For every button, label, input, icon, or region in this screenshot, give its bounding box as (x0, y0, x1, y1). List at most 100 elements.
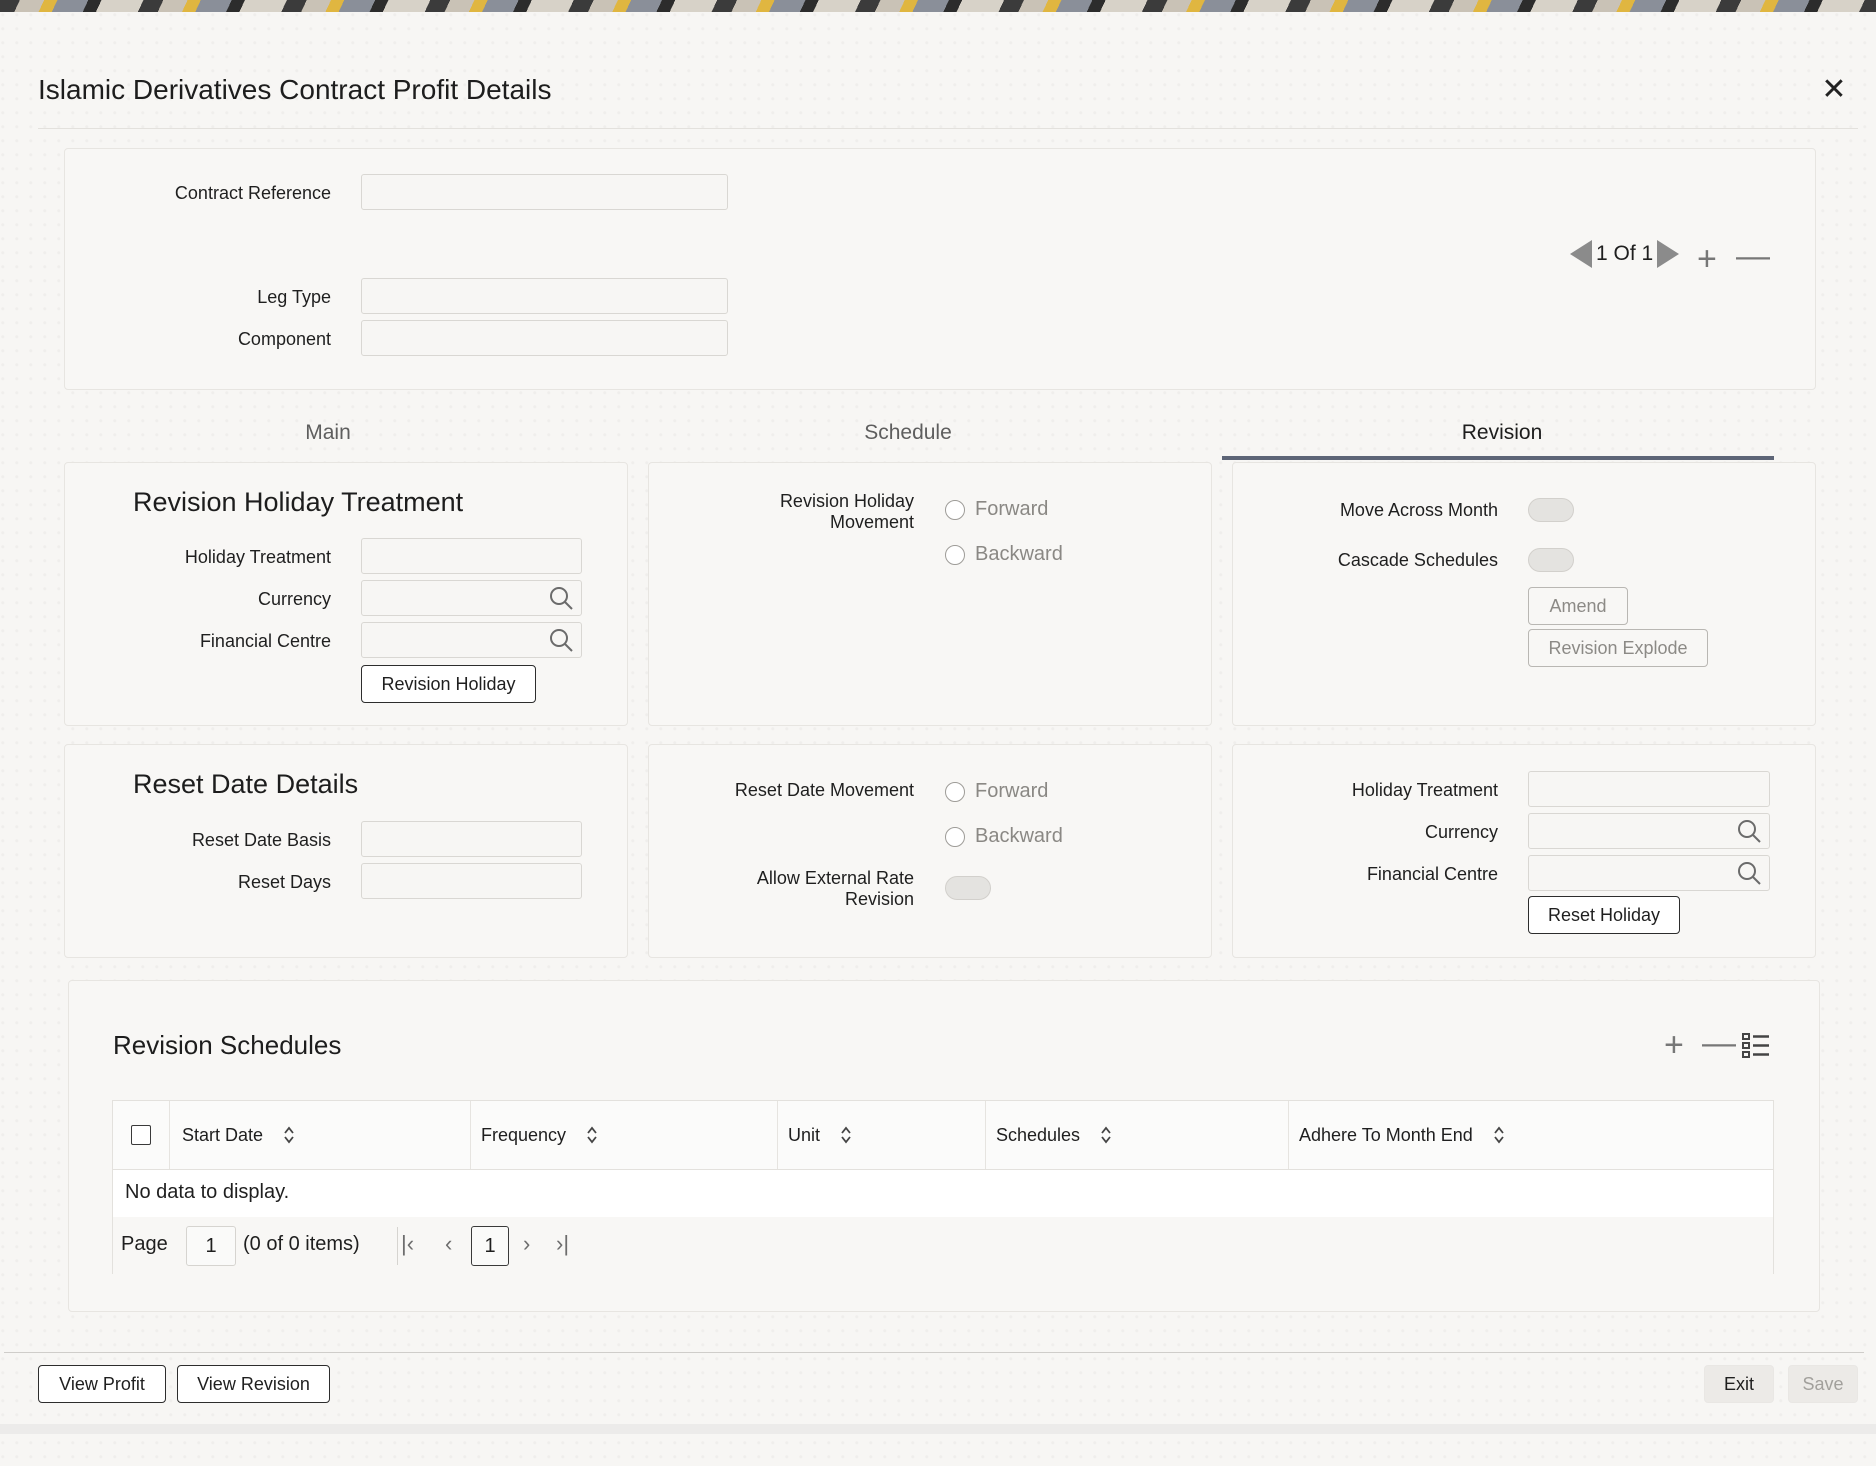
exit-button[interactable]: Exit (1704, 1365, 1774, 1403)
reset-backward-radio[interactable] (945, 827, 965, 847)
reset-currency-input[interactable] (1528, 813, 1770, 849)
sort-icon[interactable] (586, 1125, 598, 1145)
reset-currency-label: Currency (1424, 822, 1498, 842)
revision-backward-radio[interactable] (945, 545, 965, 565)
column-unit-label: Unit (788, 1124, 821, 1145)
reset-date-basis-input[interactable] (361, 821, 582, 857)
reset-holiday-button[interactable]: Reset Holiday (1528, 896, 1680, 934)
currency-label: Currency (257, 589, 331, 609)
sort-icon[interactable] (1100, 1125, 1112, 1145)
reset-backward-label: Backward (975, 825, 1063, 847)
tab-schedule[interactable]: Schedule (848, 421, 968, 445)
contract-reference-label: Contract Reference (174, 183, 331, 203)
move-across-month-toggle[interactable] (1528, 498, 1574, 522)
page-label: Page (121, 1233, 168, 1255)
column-adhere-to-month-end[interactable]: Adhere To Month End (1288, 1101, 1773, 1169)
column-frequency[interactable]: Frequency (470, 1101, 777, 1169)
next-page-icon[interactable]: › (523, 1231, 530, 1257)
last-page-icon[interactable]: ›| (556, 1231, 569, 1257)
revision-movement-card (648, 462, 1212, 726)
table-pagination: Page 1 (0 of 0 items) |‹ ‹ 1 › ›| (113, 1217, 1773, 1275)
add-record-icon[interactable]: + (1697, 242, 1717, 276)
holiday-treatment-input[interactable] (361, 538, 582, 574)
revision-holiday-heading: Revision Holiday Treatment (133, 487, 464, 517)
financial-centre-search-icon[interactable] (548, 627, 574, 653)
save-button[interactable]: Save (1788, 1365, 1858, 1403)
footer-divider (4, 1352, 1864, 1353)
revision-schedules-heading: Revision Schedules (113, 1030, 342, 1060)
reset-financial-centre-label: Financial Centre (1366, 864, 1498, 884)
bottom-bar (0, 1424, 1876, 1434)
page-number-input[interactable]: 1 (186, 1226, 236, 1266)
allow-external-rate-toggle[interactable] (945, 876, 991, 900)
previous-record-icon[interactable] (1570, 240, 1592, 268)
delete-row-icon[interactable]: — (1702, 1026, 1736, 1060)
record-pager-text: 1 Of 1 (1596, 242, 1654, 265)
financial-centre-label: Financial Centre (199, 631, 331, 651)
allow-external-rate-label: Allow External Rate Revision (756, 868, 914, 909)
tab-revision[interactable]: Revision (1442, 421, 1562, 445)
reset-forward-label: Forward (975, 780, 1049, 802)
column-frequency-label: Frequency (481, 1124, 567, 1145)
table-header: Start Date Frequency Unit Schedules Adhe… (113, 1101, 1773, 1170)
items-count: (0 of 0 items) (243, 1233, 360, 1255)
column-list-icon[interactable] (1742, 1032, 1770, 1058)
column-adhere-to-month-end-label: Adhere To Month End (1299, 1124, 1473, 1145)
view-profit-button[interactable]: View Profit (38, 1365, 166, 1403)
next-record-icon[interactable] (1657, 240, 1680, 268)
revision-backward-label: Backward (975, 543, 1063, 565)
reset-holiday-treatment-label: Holiday Treatment (1351, 780, 1498, 800)
revision-forward-radio[interactable] (945, 500, 965, 520)
add-row-icon[interactable]: + (1664, 1028, 1684, 1062)
previous-page-icon[interactable]: ‹ (445, 1231, 452, 1257)
component-label: Component (237, 329, 331, 349)
reset-date-heading: Reset Date Details (133, 769, 359, 799)
revision-forward-label: Forward (975, 498, 1049, 520)
column-schedules[interactable]: Schedules (985, 1101, 1288, 1169)
empty-table-message: No data to display. (125, 1181, 290, 1203)
leg-type-label: Leg Type (257, 287, 331, 307)
close-icon[interactable]: ✕ (1818, 74, 1850, 106)
reset-holiday-treatment-input[interactable] (1528, 771, 1770, 807)
pagination-divider (397, 1227, 398, 1265)
move-across-month-label: Move Across Month (1339, 500, 1498, 520)
holiday-treatment-label: Holiday Treatment (184, 547, 331, 567)
cascade-schedules-label: Cascade Schedules (1337, 550, 1498, 570)
title-divider (38, 128, 1858, 129)
reset-financial-centre-input[interactable] (1528, 855, 1770, 891)
revision-schedules-table: Start Date Frequency Unit Schedules Adhe… (112, 1100, 1774, 1275)
view-revision-button[interactable]: View Revision (177, 1365, 330, 1403)
column-schedules-label: Schedules (996, 1124, 1081, 1145)
reset-forward-radio[interactable] (945, 782, 965, 802)
record-pager: 1 Of 1 (1570, 240, 1680, 268)
contract-reference-input[interactable] (361, 174, 728, 210)
component-input[interactable] (361, 320, 728, 356)
remove-record-icon[interactable]: — (1736, 239, 1770, 273)
reset-days-input[interactable] (361, 863, 582, 899)
leg-type-input[interactable] (361, 278, 728, 314)
amend-button[interactable]: Amend (1528, 587, 1628, 625)
reset-movement-label: Reset Date Movement (734, 780, 914, 800)
column-start-date-label: Start Date (182, 1124, 264, 1145)
reset-date-basis-label: Reset Date Basis (191, 830, 331, 850)
sort-icon[interactable] (283, 1125, 295, 1145)
cascade-schedules-toggle[interactable] (1528, 548, 1574, 572)
current-page-button[interactable]: 1 (471, 1226, 509, 1266)
currency-search-icon[interactable] (548, 585, 574, 611)
reset-movement-card (648, 744, 1212, 958)
revision-holiday-button[interactable]: Revision Holiday (361, 665, 536, 703)
revision-explode-button[interactable]: Revision Explode (1528, 629, 1708, 667)
reset-financial-centre-search-icon[interactable] (1736, 860, 1762, 886)
active-tab-indicator (1222, 456, 1774, 460)
tab-main[interactable]: Main (268, 421, 388, 445)
select-all-checkbox[interactable] (131, 1125, 151, 1145)
header-banner (0, 0, 1876, 12)
revision-movement-label: Revision Holiday Movement (779, 491, 914, 532)
first-page-icon[interactable]: |‹ (401, 1231, 414, 1257)
column-unit[interactable]: Unit (777, 1101, 985, 1169)
column-start-date[interactable]: Start Date (169, 1101, 470, 1169)
sort-icon[interactable] (1493, 1125, 1505, 1145)
sort-icon[interactable] (840, 1125, 852, 1145)
reset-currency-search-icon[interactable] (1736, 818, 1762, 844)
dialog-title: Islamic Derivatives Contract Profit Deta… (38, 74, 552, 105)
